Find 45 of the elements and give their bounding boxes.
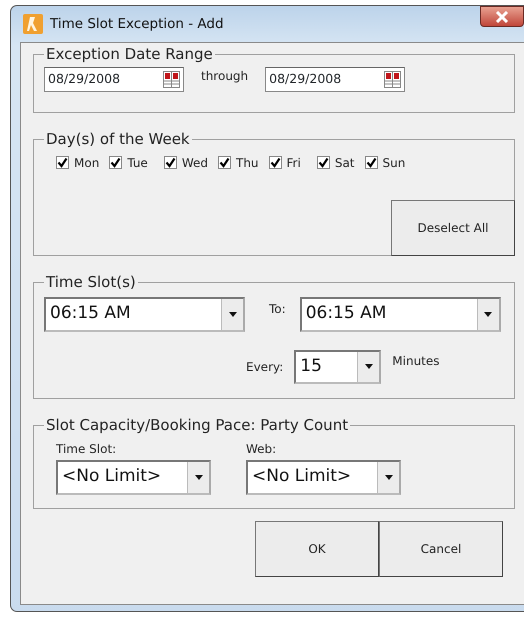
every-label: Every: — [246, 358, 284, 376]
checkbox[interactable] — [316, 156, 330, 169]
day-label: Mon — [74, 154, 100, 172]
dropdown-field[interactable]: 15 — [294, 350, 382, 384]
dropdown-arrow-icon — [484, 312, 492, 316]
day-label: Fri — [286, 154, 301, 172]
dropdown-field[interactable]: <No Limit> — [246, 460, 401, 494]
window-title: Time Slot Exception - Add — [50, 14, 224, 34]
dropdown-field[interactable]: 06:15 AM — [44, 296, 245, 332]
day-label: Thu — [236, 154, 259, 172]
dropdown-arrow-icon — [384, 474, 392, 480]
through-label: through — [201, 68, 248, 85]
checkbox[interactable] — [164, 156, 177, 169]
field-label: Web: — [246, 440, 278, 458]
dropdown-arrow-icon — [194, 474, 202, 480]
group-label: Slot Capacity/Booking Pace: Party Count — [45, 417, 350, 434]
calendar-icon — [163, 70, 180, 88]
close-button[interactable] — [480, 6, 524, 27]
field-label: Time Slot: — [56, 440, 118, 458]
dialog-button[interactable]: Cancel — [379, 521, 503, 577]
checkbox[interactable] — [268, 156, 282, 169]
day-label: Wed — [182, 154, 208, 172]
day-label: Tue — [127, 154, 148, 172]
minutes-label: Minutes — [392, 352, 440, 370]
date-field[interactable]: 08/29/2008 — [44, 66, 184, 92]
dropdown-arrow-icon — [364, 364, 373, 369]
dialog-button[interactable]: OK — [255, 521, 379, 577]
checkbox[interactable] — [109, 156, 122, 169]
app-icon — [22, 13, 44, 35]
group-label: Exception Date Range — [45, 46, 214, 62]
dropdown-arrow-icon — [228, 312, 236, 316]
dropdown-field[interactable]: 06:15 AM — [300, 296, 501, 332]
group-label: Day(s) of the Week — [45, 131, 191, 148]
group-label: Time Slot(s) — [45, 274, 137, 290]
close-icon — [495, 10, 509, 22]
dropdown-field[interactable]: <No Limit> — [56, 460, 211, 494]
day-label: Sat — [334, 154, 355, 172]
checkbox[interactable] — [364, 156, 378, 169]
date-field[interactable]: 08/29/2008 — [265, 66, 406, 92]
checkbox[interactable] — [56, 156, 69, 169]
deselect-all-button[interactable]: Deselect All — [391, 200, 515, 256]
to-label: To: — [269, 300, 286, 318]
calendar-icon — [384, 70, 402, 88]
checkbox[interactable] — [218, 156, 231, 169]
day-label: Sun — [382, 154, 406, 172]
